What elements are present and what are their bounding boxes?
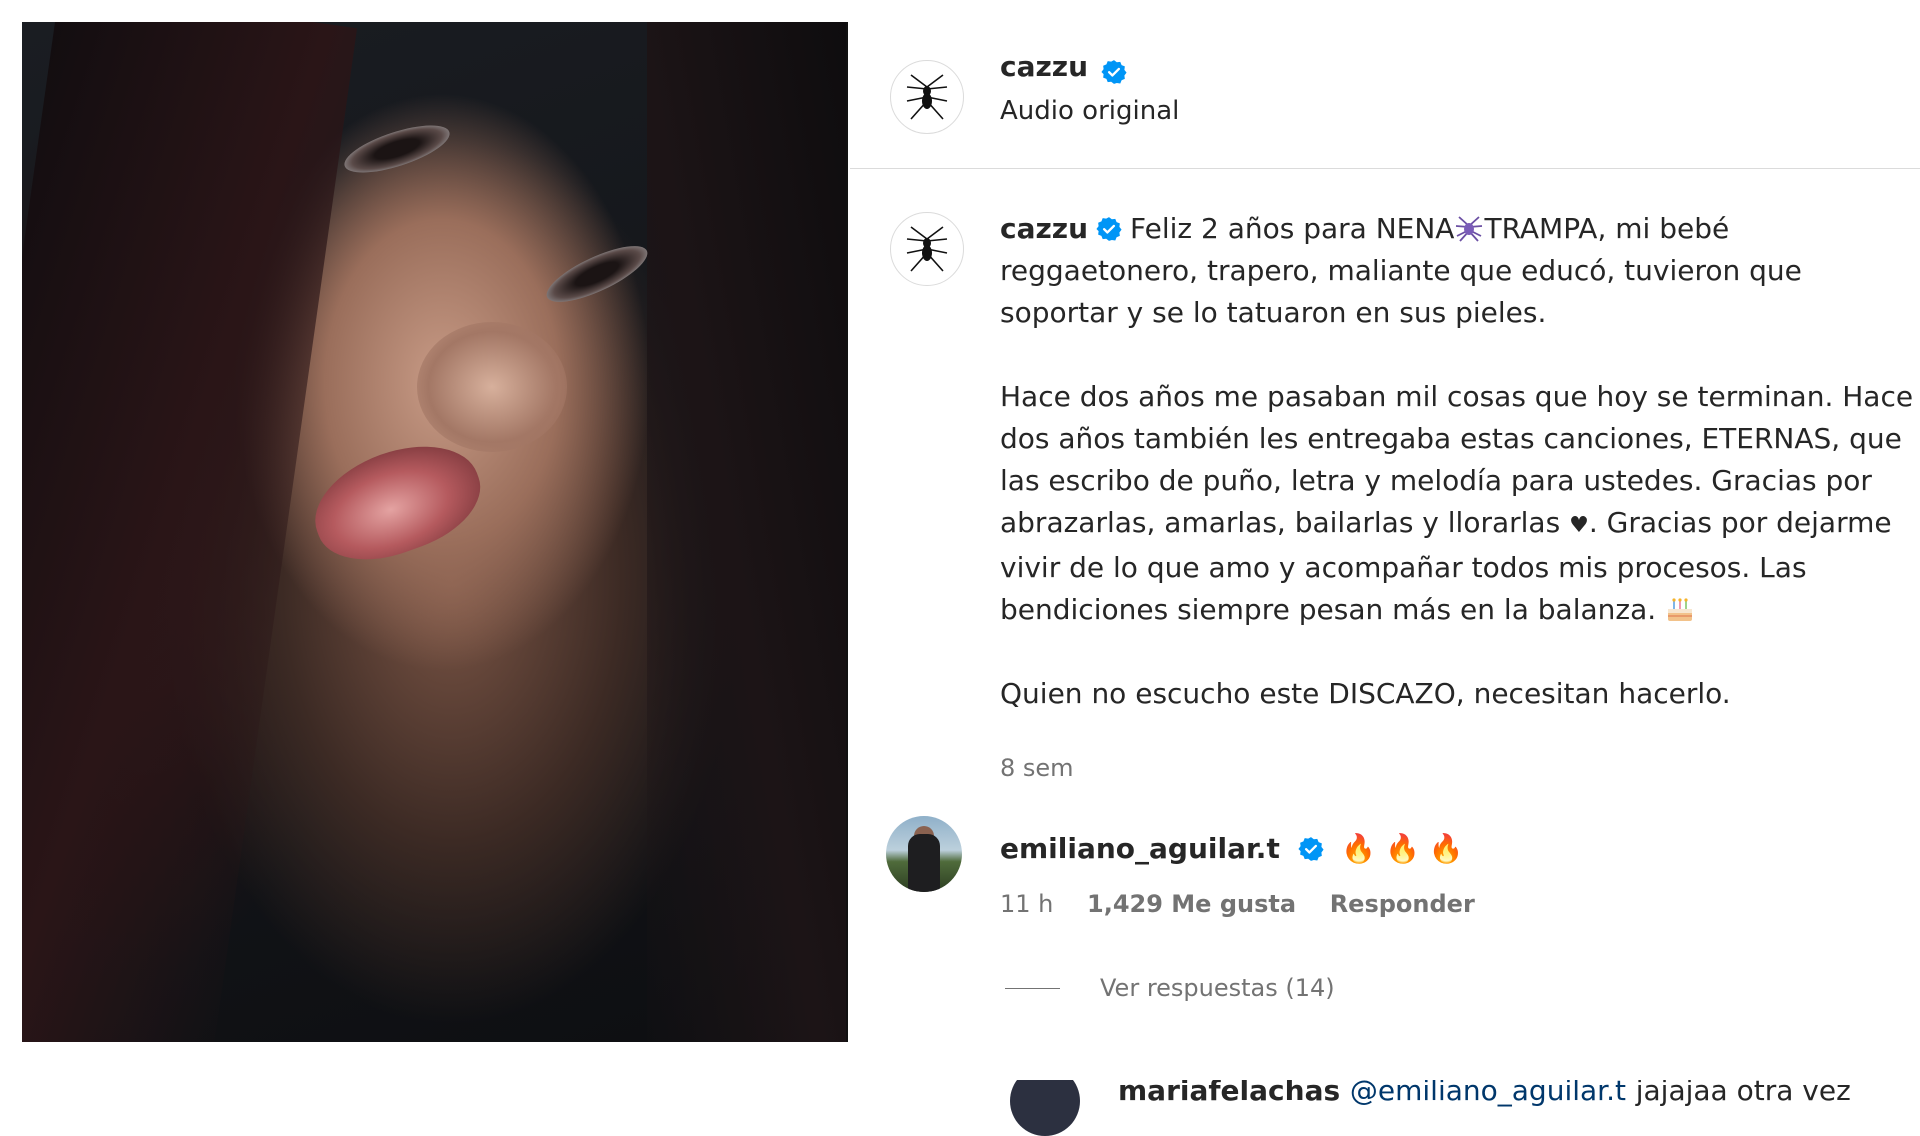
post-side-panel: cazzu Audio original cazzu Feliz 2 años …: [850, 22, 1920, 1136]
comment-meta: 11 h 1,429 Me gusta Responder: [1000, 890, 1501, 918]
caption-author-avatar[interactable]: [890, 212, 964, 286]
caption-author-username[interactable]: cazzu: [1000, 212, 1088, 245]
heart-emoji: ♥: [1569, 513, 1589, 538]
post-header: cazzu Audio original: [850, 22, 1920, 169]
verified-badge-icon: [1101, 59, 1127, 84]
replies-line-divider: [1005, 987, 1060, 989]
bottom-clip-overlay: [0, 1042, 1920, 1080]
comment-likes[interactable]: 1,429 Me gusta: [1087, 890, 1296, 918]
comment-timestamp[interactable]: 11 h: [1000, 890, 1053, 918]
media-divider: [846, 22, 848, 1067]
commenter-username[interactable]: emiliano_aguilar.t: [1000, 832, 1280, 865]
caption-text-para3: Quien no escucho este DISCAZO, necesitan…: [1000, 677, 1731, 710]
cake-emoji-icon: [1668, 598, 1693, 621]
spider-avatar-icon: [906, 74, 948, 120]
header-username[interactable]: cazzu: [1000, 50, 1088, 83]
caption-text-line1a: Feliz 2 años para NENA: [1130, 212, 1455, 245]
spider-avatar-icon: [906, 226, 948, 272]
author-avatar[interactable]: [890, 60, 964, 134]
reply-button[interactable]: Responder: [1330, 890, 1475, 918]
view-replies-label: Ver respuestas (14): [1100, 974, 1335, 1002]
media-face-nose: [417, 322, 567, 452]
post-media-image[interactable]: [22, 22, 847, 1067]
post-caption: cazzu Feliz 2 años para NENA TRAMPA, mi …: [1000, 208, 1920, 715]
verified-badge-icon: [1298, 837, 1324, 861]
view-replies-button[interactable]: Ver respuestas (14): [1005, 974, 1335, 1002]
caption-timestamp[interactable]: 8 sem: [1000, 754, 1074, 782]
media-hair-right: [647, 22, 847, 1067]
verified-badge-icon: [1096, 217, 1122, 241]
header-username-row: cazzu: [1000, 50, 1127, 85]
commenter-avatar[interactable]: [886, 816, 962, 892]
comment-header: emiliano_aguilar.t 🔥 🔥 🔥: [1000, 832, 1464, 865]
spider-emoji-icon: [1456, 216, 1483, 242]
audio-original-link[interactable]: Audio original: [1000, 96, 1179, 126]
comment-text: 🔥 🔥 🔥: [1341, 832, 1464, 865]
